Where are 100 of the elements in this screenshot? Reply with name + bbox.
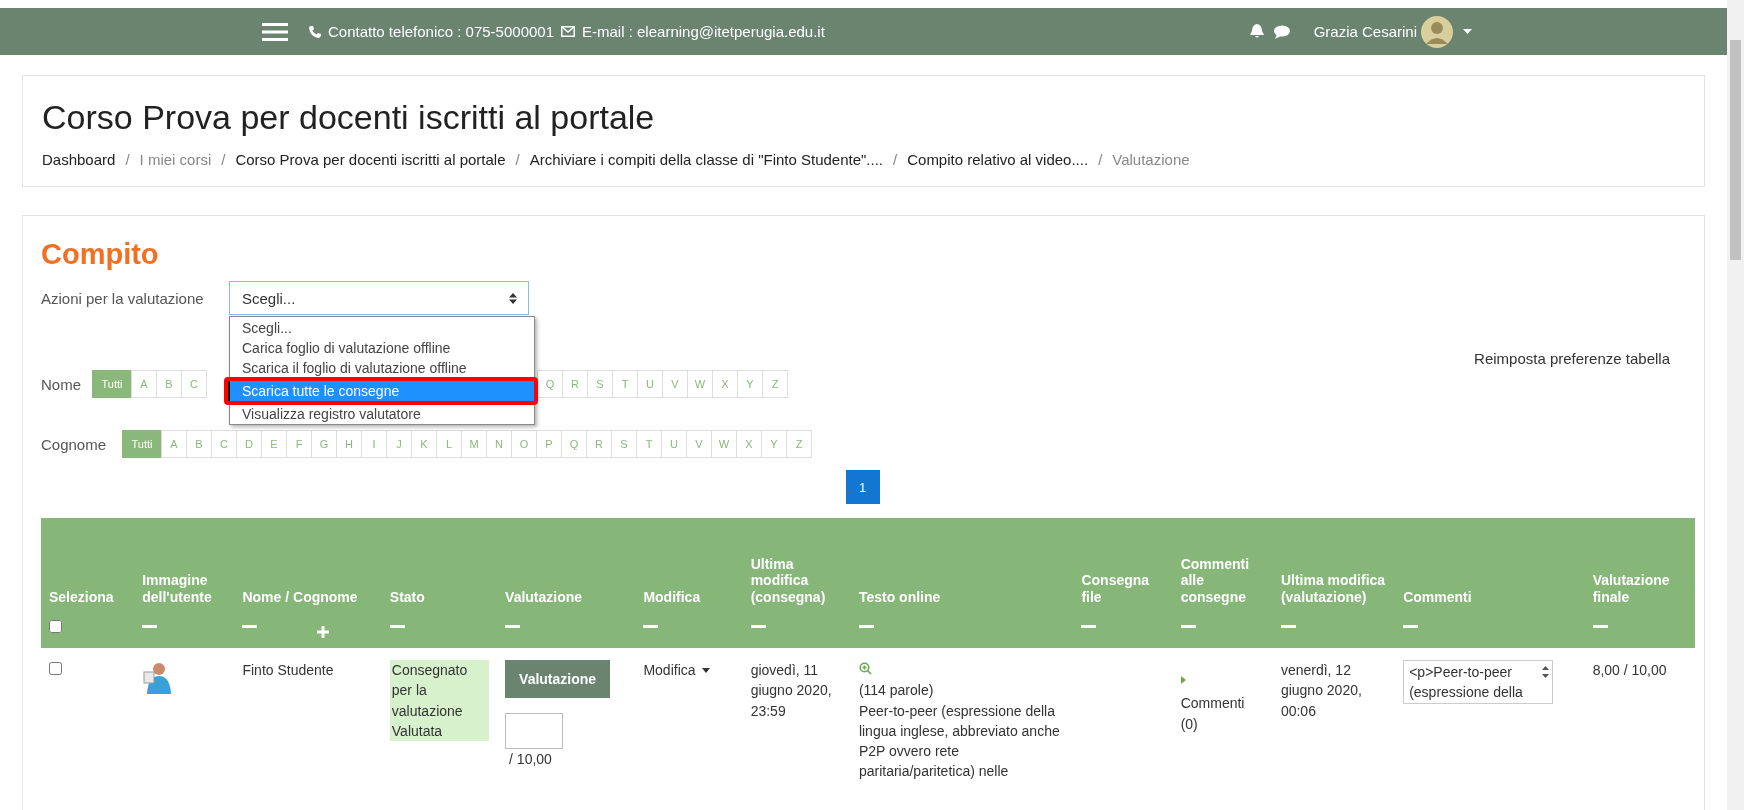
grade-input[interactable] xyxy=(505,713,564,749)
letter-filter[interactable]: Q xyxy=(537,370,563,398)
letter-filter[interactable]: K xyxy=(411,430,437,458)
letter-filter[interactable]: M xyxy=(461,430,487,458)
letter-filter[interactable]: G xyxy=(311,430,337,458)
letter-filter[interactable]: U xyxy=(661,430,687,458)
breadcrumb-link[interactable]: Compito relativo al video.... xyxy=(907,151,1089,168)
column-header[interactable]: Modifica xyxy=(635,518,743,648)
dropdown-option[interactable]: Scarica tutte le consegne xyxy=(230,381,534,401)
column-header[interactable]: Commenti alle consegne xyxy=(1172,518,1273,648)
letter-filter[interactable]: S xyxy=(587,370,613,398)
column-header[interactable]: Valutazione xyxy=(497,518,636,648)
letter-filter[interactable]: T xyxy=(612,370,638,398)
grading-actions-select[interactable]: Scegli... xyxy=(229,281,529,315)
letter-filter[interactable]: Tutti xyxy=(122,430,162,458)
user-name[interactable]: Grazia Cesarini xyxy=(1313,23,1417,40)
letter-filter[interactable]: W xyxy=(687,370,713,398)
column-title: Stato xyxy=(389,589,426,606)
collapse-icon[interactable] xyxy=(505,624,521,628)
column-header[interactable]: Testo online xyxy=(850,518,1074,648)
column-header[interactable]: Seleziona xyxy=(41,518,135,648)
reset-table-preferences-link[interactable]: Reimposta preferenze tabella xyxy=(1474,350,1670,370)
letter-filter[interactable]: A xyxy=(131,370,157,398)
plus-icon[interactable] xyxy=(317,626,330,638)
column-header[interactable]: Consegna file xyxy=(1073,518,1173,648)
scrollbar[interactable] xyxy=(1727,0,1744,810)
letter-filter[interactable]: U xyxy=(637,370,663,398)
dropdown-option[interactable]: Scarica il foglio di valutazione offline xyxy=(230,358,534,378)
column-header[interactable]: Stato xyxy=(381,518,498,648)
feedback-textarea[interactable]: <p>Peer-to-peer (espressione della xyxy=(1403,660,1554,704)
letter-filter[interactable]: I xyxy=(361,430,387,458)
collapse-icon[interactable] xyxy=(1403,624,1419,628)
avatar-icon[interactable] xyxy=(1421,15,1453,48)
letter-filter[interactable]: V xyxy=(686,430,712,458)
chat-icon[interactable] xyxy=(1273,24,1290,39)
collapse-icon[interactable] xyxy=(242,624,258,628)
column-header[interactable]: Commenti xyxy=(1395,518,1585,648)
breadcrumb-link[interactable]: Valutazione xyxy=(1112,151,1190,168)
letter-filter[interactable]: Q xyxy=(561,430,587,458)
letter-filter[interactable]: Z xyxy=(762,370,788,398)
zoom-in-icon[interactable] xyxy=(858,662,872,675)
letter-filter[interactable]: R xyxy=(586,430,612,458)
letter-filter[interactable]: S xyxy=(611,430,637,458)
letter-filter[interactable]: H xyxy=(336,430,362,458)
letter-filter[interactable]: A xyxy=(161,430,187,458)
letter-filter[interactable]: Y xyxy=(761,430,787,458)
letter-filter[interactable]: Z xyxy=(786,430,812,458)
grade-status-text: Valutata xyxy=(391,721,444,741)
letter-filter[interactable]: W xyxy=(711,430,737,458)
column-header[interactable]: Ultima modifica (valutazione) xyxy=(1272,518,1396,648)
dropdown-option[interactable]: Scegli... xyxy=(230,318,534,338)
collapse-icon[interactable] xyxy=(750,624,766,628)
letter-filter[interactable]: P xyxy=(536,430,562,458)
dropdown-option[interactable]: Visualizza registro valutatore xyxy=(230,404,534,424)
column-header[interactable]: Immagine dell'utente xyxy=(134,518,235,648)
collapse-icon[interactable] xyxy=(643,624,659,628)
bell-icon[interactable] xyxy=(1249,24,1264,39)
comments-link[interactable]: Commenti (0) xyxy=(1180,693,1265,734)
letter-filter[interactable]: D xyxy=(236,430,262,458)
letter-filter[interactable]: X xyxy=(736,430,762,458)
letter-filter[interactable]: J xyxy=(386,430,412,458)
grade-button[interactable]: Valutazione xyxy=(505,660,611,698)
letter-filter[interactable]: V xyxy=(662,370,688,398)
column-header[interactable]: Valutazione finale xyxy=(1584,518,1695,648)
column-header[interactable]: Ultima modifica (consegna) xyxy=(742,518,851,648)
letter-filter[interactable]: F xyxy=(286,430,312,458)
letter-filter[interactable]: C xyxy=(181,370,207,398)
letter-filter[interactable]: Tutti xyxy=(92,370,132,398)
letter-filter[interactable]: X xyxy=(712,370,738,398)
letter-filter[interactable]: Y xyxy=(737,370,763,398)
edit-menu-link[interactable]: Modifica xyxy=(643,660,710,681)
collapse-icon[interactable] xyxy=(389,624,405,628)
letter-filter[interactable]: C xyxy=(211,430,237,458)
collapse-icon[interactable] xyxy=(1280,624,1296,628)
letter-filter[interactable]: R xyxy=(562,370,588,398)
letter-filter[interactable]: B xyxy=(186,430,212,458)
dropdown-option[interactable]: Carica foglio di valutazione offline xyxy=(230,338,534,358)
collapse-icon[interactable] xyxy=(1592,624,1608,628)
column-header[interactable]: Nome / Cognome xyxy=(234,518,382,648)
select-all-checkbox[interactable] xyxy=(49,619,62,633)
letter-filter[interactable]: N xyxy=(486,430,512,458)
letter-filter[interactable]: B xyxy=(156,370,182,398)
collapse-icon[interactable] xyxy=(142,624,158,628)
letter-filter[interactable]: T xyxy=(636,430,662,458)
collapse-icon[interactable] xyxy=(1180,624,1196,628)
collapse-icon[interactable] xyxy=(858,624,874,628)
grading-date: venerdì, 12 giugno 2020, 00:06 xyxy=(1280,661,1363,721)
breadcrumb-link[interactable]: Archiviare i compiti della classe di "Finto Studente".... xyxy=(529,151,884,168)
breadcrumb-link[interactable]: Corso Prova per docenti iscritti al portale xyxy=(235,151,506,168)
breadcrumb-link[interactable]: Dashboard xyxy=(42,151,116,168)
menu-icon[interactable] xyxy=(262,22,288,41)
caret-icon[interactable] xyxy=(1463,29,1472,34)
breadcrumb-link[interactable]: I miei corsi xyxy=(139,151,212,168)
page-number[interactable]: 1 xyxy=(845,470,880,504)
letter-filter[interactable]: O xyxy=(511,430,537,458)
letter-filter[interactable]: E xyxy=(261,430,287,458)
row-checkbox[interactable] xyxy=(49,662,62,675)
collapse-icon[interactable] xyxy=(1081,624,1097,628)
expand-triangle-icon[interactable] xyxy=(1180,676,1186,684)
letter-filter[interactable]: L xyxy=(436,430,462,458)
